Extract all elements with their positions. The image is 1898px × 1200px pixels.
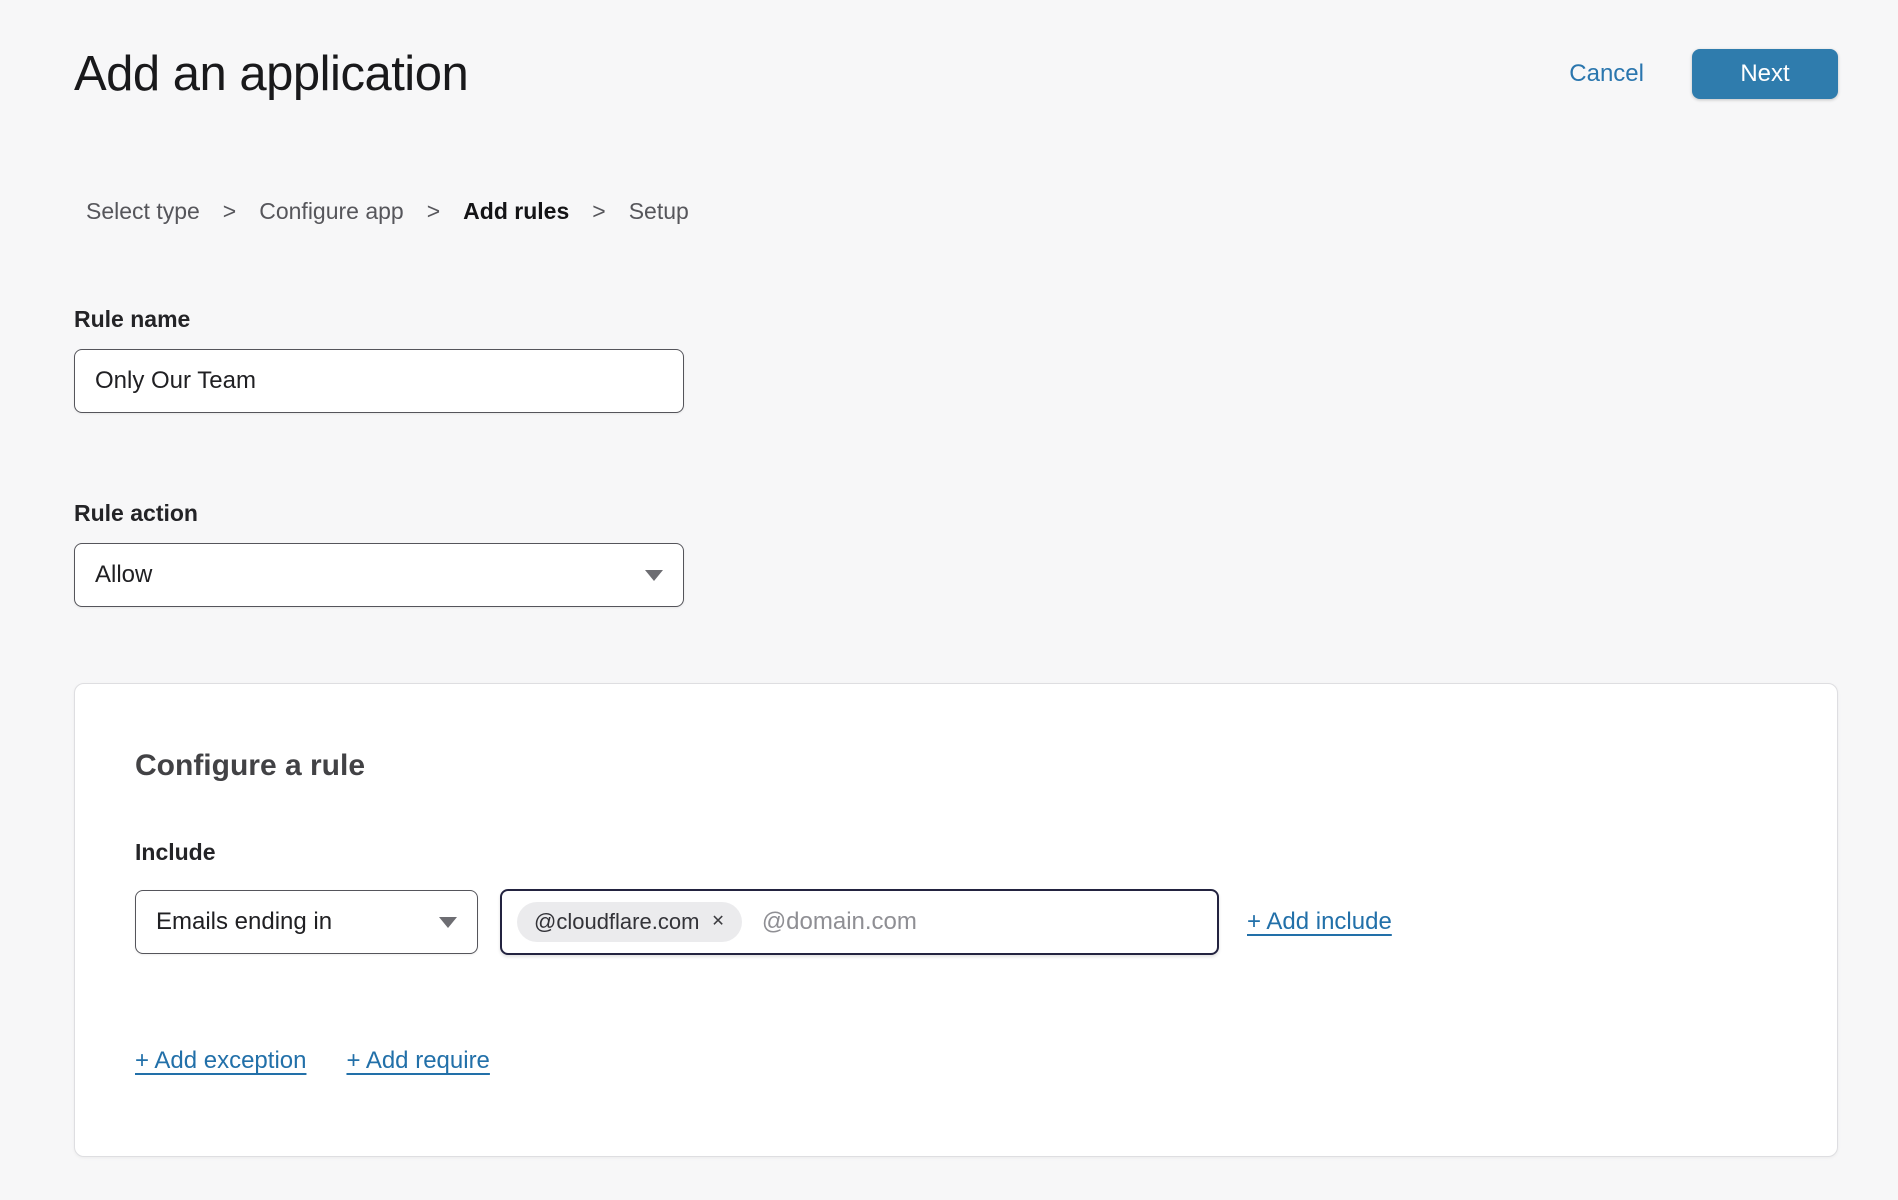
include-rule-row: Emails ending in @cloudflare.com ✕ + Add… [135,889,1777,955]
breadcrumb-step-add-rules[interactable]: Add rules [463,197,569,225]
rule-action-label: Rule action [74,499,1838,527]
email-domain-tag: @cloudflare.com ✕ [517,902,742,942]
card-title: Configure a rule [135,748,1777,784]
add-require-link[interactable]: + Add require [346,1047,489,1075]
configure-rule-card: Configure a rule Include Emails ending i… [74,683,1838,1157]
include-criteria-value: Emails ending in [156,908,332,936]
breadcrumb-separator: > [427,197,440,225]
include-criteria-select[interactable]: Emails ending in [135,890,478,954]
chevron-down-icon [645,570,663,581]
chevron-down-icon [439,917,457,928]
add-application-page: Add an application Cancel Next Select ty… [0,0,1898,1200]
breadcrumb-step-configure-app[interactable]: Configure app [259,197,404,225]
page-header: Add an application Cancel Next [74,46,1838,102]
add-exception-link[interactable]: + Add exception [135,1047,306,1075]
breadcrumb-separator: > [592,197,605,225]
breadcrumb-step-select-type[interactable]: Select type [86,197,200,225]
tag-label: @cloudflare.com [534,909,699,935]
header-actions: Cancel Next [1569,49,1838,99]
rule-name-input[interactable] [74,349,684,413]
email-domain-tag-input[interactable]: @cloudflare.com ✕ [500,889,1219,955]
add-include-link[interactable]: + Add include [1247,908,1392,936]
domain-input[interactable] [762,908,1203,936]
cancel-button[interactable]: Cancel [1569,60,1644,88]
breadcrumb-separator: > [223,197,236,225]
next-button[interactable]: Next [1692,49,1838,99]
breadcrumb: Select type > Configure app > Add rules … [86,197,1838,225]
breadcrumb-step-setup[interactable]: Setup [629,197,689,225]
page-title: Add an application [74,46,468,102]
rule-extra-links: + Add exception + Add require [135,1047,1777,1075]
rule-action-value: Allow [95,561,152,589]
rule-action-select[interactable]: Allow [74,543,684,607]
include-label: Include [135,838,1777,866]
rule-name-label: Rule name [74,305,1838,333]
remove-tag-icon[interactable]: ✕ [711,914,724,930]
